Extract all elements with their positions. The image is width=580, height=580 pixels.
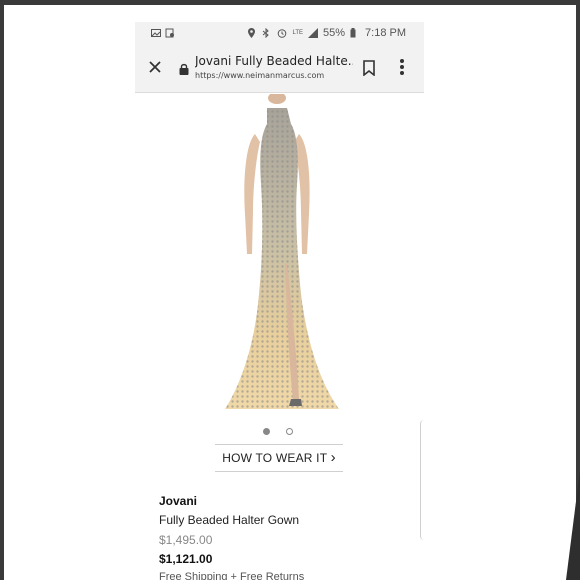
signal-icon	[308, 28, 318, 38]
gallery-notification-icon	[151, 28, 161, 38]
close-tab-button[interactable]	[145, 58, 165, 78]
product-image[interactable]	[215, 92, 345, 419]
lock-icon	[179, 62, 189, 75]
original-price: $1,495.00	[159, 533, 213, 547]
battery-icon	[350, 28, 360, 38]
bluetooth-icon	[262, 27, 272, 39]
side-panel-edge	[420, 420, 425, 540]
status-bar: LTE 55% 7:18 PM	[135, 22, 424, 46]
browser-toolbar: Jovani Fully Beaded Halte... https://www…	[135, 46, 424, 93]
clock-time: 7:18 PM	[365, 27, 406, 39]
screen-frame-corner	[566, 470, 580, 580]
battery-percent: 55%	[323, 27, 346, 39]
product-name: Fully Beaded Halter Gown	[159, 513, 300, 527]
more-options-button[interactable]	[399, 58, 409, 78]
how-to-wear-label: HOW TO WEAR IT	[222, 451, 328, 465]
sale-price: $1,121.00	[159, 552, 213, 566]
notification-icons	[151, 28, 175, 38]
chevron-right-icon: ›	[330, 449, 336, 466]
alarm-icon	[277, 28, 287, 38]
how-to-wear-button[interactable]: HOW TO WEAR IT ›	[215, 444, 343, 472]
page-url[interactable]: https://www.neimanmarcus.com	[195, 71, 324, 80]
more-vert-icon	[400, 59, 404, 75]
bookmark-icon	[363, 60, 375, 77]
carousel-dot-2[interactable]	[286, 428, 293, 435]
download-notification-icon	[165, 28, 175, 38]
shipping-info: Free Shipping + Free Returns	[159, 571, 305, 580]
system-icons: LTE 55% 7:18 PM	[247, 27, 406, 39]
bookmark-button[interactable]	[363, 60, 375, 77]
network-label: LTE	[292, 30, 303, 36]
carousel-dot-1[interactable]	[263, 428, 270, 435]
page-title[interactable]: Jovani Fully Beaded Halte...	[195, 54, 353, 68]
location-icon	[247, 28, 257, 38]
product-brand[interactable]: Jovani	[159, 494, 197, 508]
screen-frame-top	[0, 0, 580, 5]
close-icon	[149, 61, 161, 73]
carousel-indicator	[263, 428, 293, 435]
phone-screen: LTE 55% 7:18 PM Jovani Fully Beaded Halt…	[135, 22, 424, 580]
screen-frame-left	[0, 0, 4, 580]
